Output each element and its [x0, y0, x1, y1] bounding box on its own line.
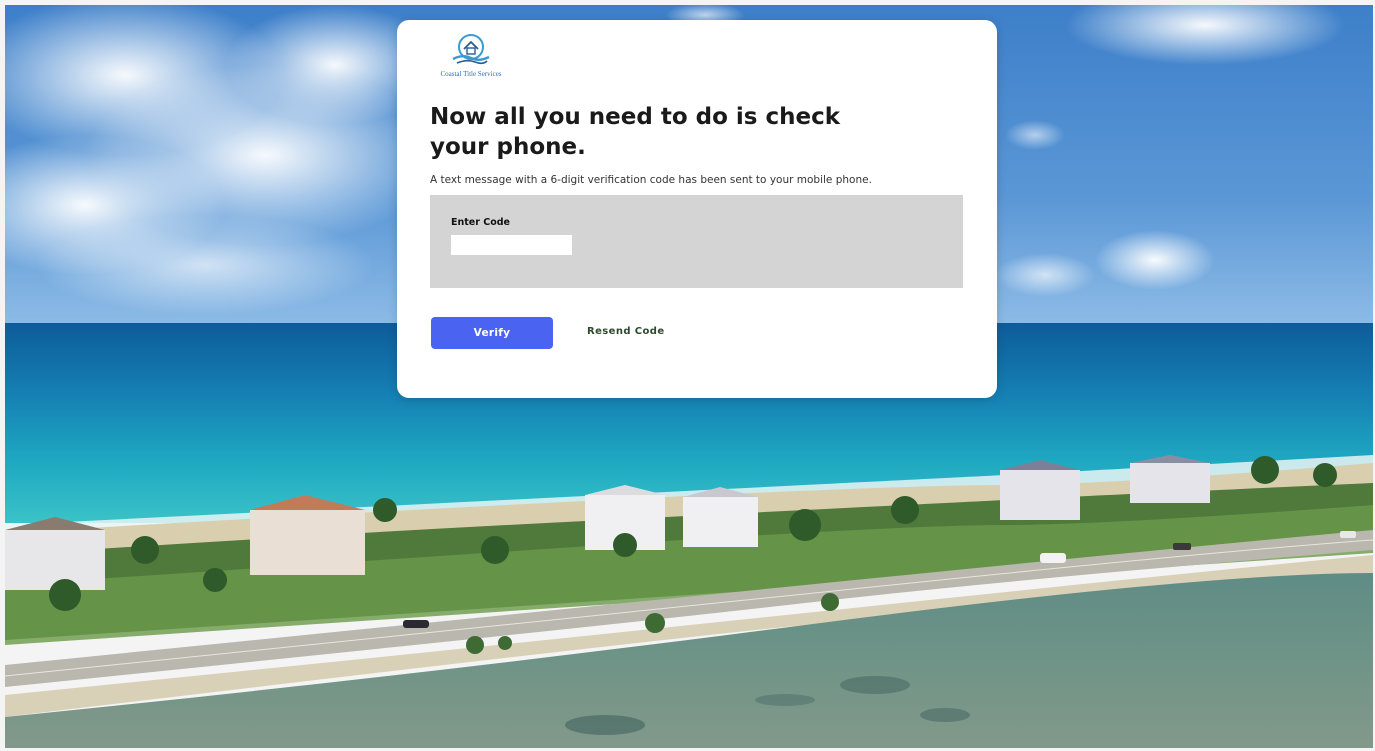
resend-code-link[interactable]: Resend Code [587, 326, 665, 337]
code-label: Enter Code [451, 217, 510, 228]
brand-logo: Coastal Title Services [423, 32, 519, 84]
brand-name: Coastal Title Services [440, 70, 502, 78]
code-entry-panel: Enter Code [430, 195, 963, 288]
house-wave-logo-icon [452, 34, 490, 65]
verification-code-input[interactable] [451, 235, 572, 255]
verification-card: Coastal Title Services Now all you need … [397, 20, 997, 398]
page-frame: Coastal Title Services Now all you need … [0, 0, 1375, 751]
verification-message: A text message with a 6-digit verificati… [430, 174, 872, 186]
verify-button[interactable]: Verify [431, 317, 553, 349]
page-title: Now all you need to do is check your pho… [430, 104, 841, 160]
